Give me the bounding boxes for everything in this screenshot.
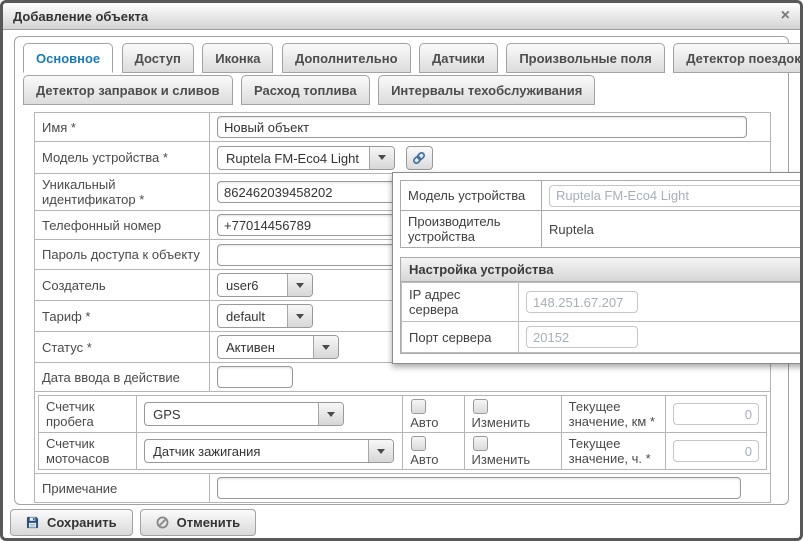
phone-label: Телефонный номер bbox=[35, 211, 210, 240]
popup-manufacturer-value: Ruptela bbox=[542, 211, 803, 248]
tab-fuel-consumption[interactable]: Расход топлива bbox=[241, 75, 370, 105]
popup-row-server-port: Порт сервера bbox=[402, 322, 803, 353]
mileage-counter-row: Счетчик пробега GPS Авто bbox=[39, 396, 767, 433]
hours-edit-checkbox[interactable] bbox=[473, 436, 488, 451]
note-input[interactable] bbox=[217, 477, 741, 499]
hours-current-label: Текущее значение, ч. * bbox=[561, 433, 665, 470]
mileage-current-input bbox=[673, 403, 759, 425]
form-row-counters: Счетчик пробега GPS Авто bbox=[35, 392, 771, 474]
mileage-edit-checkbox[interactable] bbox=[473, 399, 488, 414]
creator-label: Создатель bbox=[35, 270, 210, 301]
mileage-sensor-select[interactable]: GPS bbox=[144, 402, 344, 426]
cancel-button[interactable]: Отменить bbox=[140, 509, 257, 536]
popup-model-input bbox=[549, 185, 803, 207]
dialog-titlebar[interactable]: Добавление объекта × bbox=[3, 3, 800, 30]
activation-date-label: Дата ввода в действие bbox=[35, 363, 210, 392]
device-settings-title: Настройка устройства bbox=[401, 258, 803, 282]
cancel-button-label: Отменить bbox=[177, 515, 241, 530]
popup-row-manufacturer: Производитель устройства Ruptela bbox=[401, 211, 803, 248]
engine-hours-counter-label: Счетчик моточасов bbox=[39, 433, 137, 470]
server-ip-input bbox=[526, 291, 638, 313]
edit-checkbox-label: Изменить bbox=[472, 452, 531, 467]
server-port-input bbox=[526, 326, 638, 348]
note-label: Примечание bbox=[35, 474, 210, 503]
dialog-footer: Сохранить Отменить bbox=[10, 509, 256, 536]
add-object-dialog: Добавление объекта × Основное Доступ Ико… bbox=[0, 0, 803, 541]
unique-id-input[interactable] bbox=[217, 181, 395, 203]
chevron-down-icon[interactable] bbox=[287, 274, 312, 296]
mileage-counter-label: Счетчик пробега bbox=[39, 396, 137, 433]
tab-icon[interactable]: Иконка bbox=[202, 43, 273, 73]
popup-row-model: Модель устройства bbox=[401, 181, 803, 211]
status-select[interactable]: Активен bbox=[217, 335, 339, 359]
tab-custom-fields[interactable]: Произвольные поля bbox=[506, 43, 664, 73]
device-config-popup: Модель устройства Производитель устройст… bbox=[392, 172, 803, 364]
popup-row-server-ip: IP адрес сервера bbox=[402, 283, 803, 322]
mileage-current-label: Текущее значение, км * bbox=[561, 396, 665, 433]
cancel-icon bbox=[156, 516, 169, 529]
device-model-select[interactable]: Ruptela FM-Eco4 Light bbox=[217, 146, 395, 170]
tab-access[interactable]: Доступ bbox=[122, 43, 194, 73]
password-label: Пароль доступа к объекту bbox=[35, 240, 210, 270]
auto-checkbox-label: Авто bbox=[410, 452, 438, 467]
device-info-table: Модель устройства Производитель устройст… bbox=[400, 180, 803, 248]
chevron-down-icon[interactable] bbox=[368, 440, 393, 462]
edit-checkbox-label: Изменить bbox=[472, 415, 531, 430]
tariff-select[interactable]: default bbox=[217, 304, 313, 328]
tab-row-2: Детектор заправок и сливов Расход топлив… bbox=[23, 75, 784, 105]
form-row-activation-date: Дата ввода в действие bbox=[35, 363, 771, 392]
link-icon bbox=[412, 151, 426, 165]
activation-date-input[interactable] bbox=[217, 366, 293, 388]
name-input[interactable] bbox=[217, 116, 747, 138]
form-row-note: Примечание bbox=[35, 474, 771, 503]
chevron-down-icon[interactable] bbox=[287, 305, 312, 327]
device-settings-table: IP адрес сервера Порт сервера bbox=[401, 282, 803, 353]
server-ip-label: IP адрес сервера bbox=[402, 283, 519, 322]
tab-service-intervals[interactable]: Интервалы техобслуживания bbox=[378, 75, 595, 105]
phone-input[interactable] bbox=[217, 214, 395, 236]
tab-bar: Основное Доступ Иконка Дополнительно Дат… bbox=[23, 43, 784, 107]
status-label: Статус * bbox=[35, 332, 210, 363]
server-port-label: Порт сервера bbox=[402, 322, 519, 353]
tab-advanced[interactable]: Дополнительно bbox=[282, 43, 411, 73]
hours-auto-checkbox[interactable] bbox=[411, 436, 426, 451]
save-button-label: Сохранить bbox=[47, 515, 117, 530]
save-button[interactable]: Сохранить bbox=[10, 509, 133, 536]
tab-fuel-fillings-detector[interactable]: Детектор заправок и сливов bbox=[23, 75, 233, 105]
counters-table: Счетчик пробега GPS Авто bbox=[38, 395, 767, 470]
close-icon[interactable]: × bbox=[781, 9, 790, 23]
tab-row-1: Основное Доступ Иконка Дополнительно Дат… bbox=[23, 43, 784, 73]
device-model-label: Модель устройства * bbox=[35, 142, 210, 174]
tab-trip-detector[interactable]: Детектор поездок и стоянок bbox=[673, 43, 803, 73]
popup-model-label: Модель устройства bbox=[401, 181, 542, 211]
unique-id-label: Уникальный идентификатор * bbox=[35, 174, 210, 211]
engine-hours-sensor-select[interactable]: Датчик зажигания bbox=[144, 439, 394, 463]
tab-sensors[interactable]: Датчики bbox=[419, 43, 498, 73]
engine-hours-counter-row: Счетчик моточасов Датчик зажигания Авто bbox=[39, 433, 767, 470]
popup-manufacturer-label: Производитель устройства bbox=[401, 211, 542, 248]
tab-main[interactable]: Основное bbox=[23, 43, 113, 73]
mileage-auto-checkbox[interactable] bbox=[411, 399, 426, 414]
chevron-down-icon[interactable] bbox=[369, 147, 394, 169]
form-row-device-model: Модель устройства * Ruptela FM-Eco4 Ligh… bbox=[35, 142, 771, 174]
name-label: Имя * bbox=[35, 113, 210, 142]
chevron-down-icon[interactable] bbox=[313, 336, 338, 358]
save-icon bbox=[26, 516, 39, 529]
creator-select[interactable]: user6 bbox=[217, 273, 313, 297]
tariff-label: Тариф * bbox=[35, 301, 210, 332]
device-settings-link-button[interactable] bbox=[406, 146, 433, 170]
chevron-down-icon[interactable] bbox=[318, 403, 343, 425]
hours-current-input bbox=[673, 440, 759, 462]
dialog-title: Добавление объекта bbox=[13, 9, 148, 24]
auto-checkbox-label: Авто bbox=[410, 415, 438, 430]
form-row-name: Имя * bbox=[35, 113, 771, 142]
device-settings-box: Настройка устройства IP адрес сервера По… bbox=[400, 257, 803, 354]
